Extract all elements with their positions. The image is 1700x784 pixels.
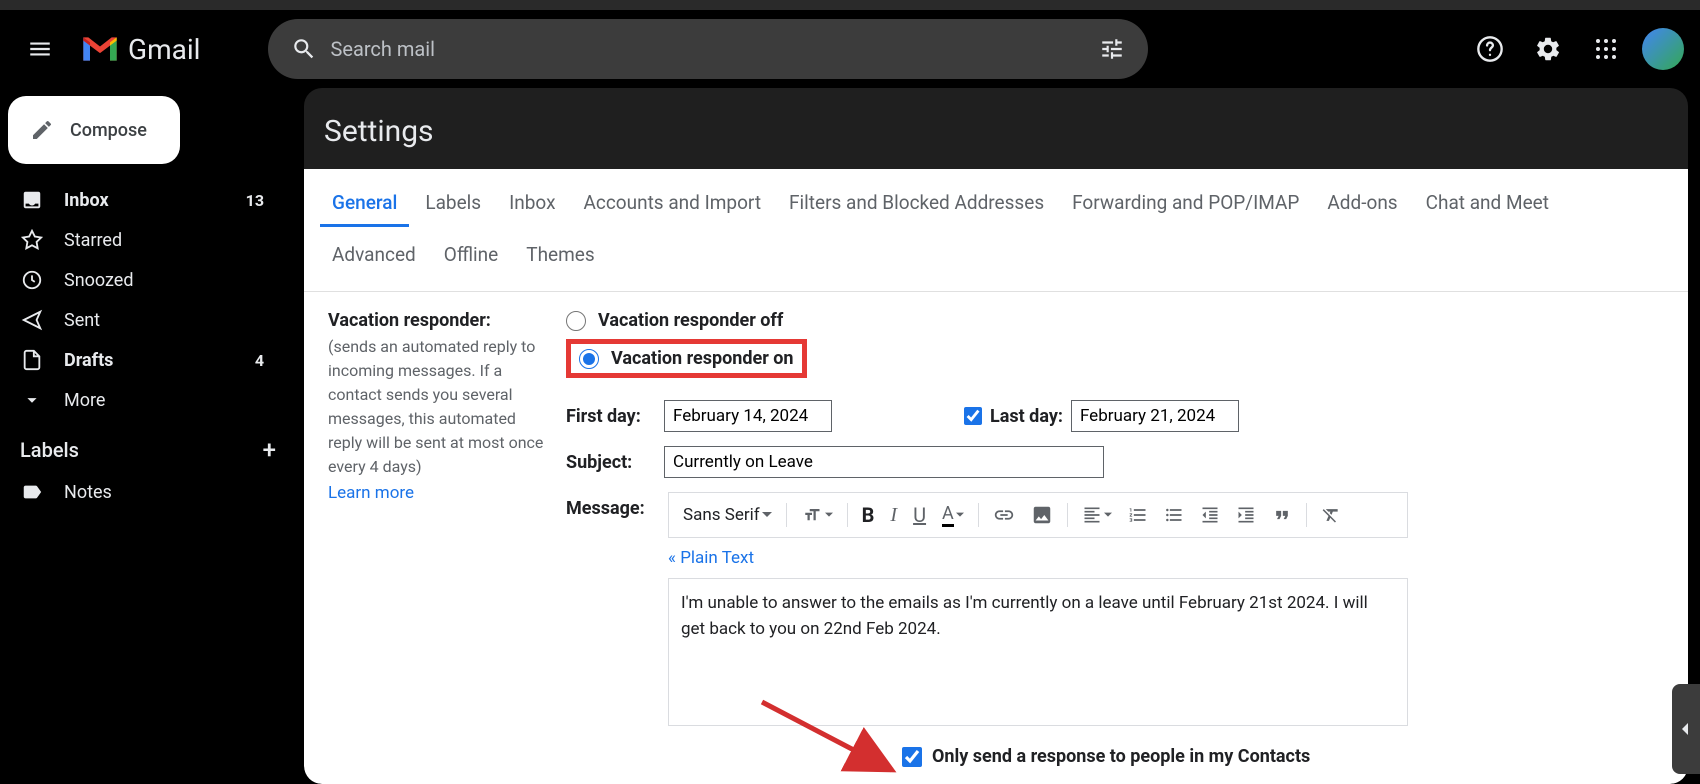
last-day-label: Last day: bbox=[990, 406, 1063, 427]
search-options-icon[interactable] bbox=[1094, 36, 1130, 62]
sidebar-item-inbox[interactable]: Inbox 13 bbox=[0, 180, 284, 220]
remove-format-icon[interactable] bbox=[1315, 501, 1347, 529]
sidebar-label-notes[interactable]: Notes bbox=[0, 472, 284, 512]
apps-icon[interactable] bbox=[1584, 27, 1628, 71]
page-title: Settings bbox=[304, 88, 1688, 169]
sidebar-item-starred[interactable]: Starred bbox=[0, 220, 284, 260]
vacation-off-radio[interactable] bbox=[566, 311, 586, 331]
tab-themes[interactable]: Themes bbox=[514, 233, 606, 279]
indent-less-icon[interactable] bbox=[1194, 501, 1226, 529]
vacation-on-row[interactable]: Vacation responder on bbox=[566, 339, 807, 378]
subject-label: Subject: bbox=[566, 452, 652, 473]
message-label: Message: bbox=[566, 492, 652, 726]
vacation-on-label: Vacation responder on bbox=[611, 348, 794, 369]
sidebar-item-sent[interactable]: Sent bbox=[0, 300, 284, 340]
text-color-icon[interactable]: A bbox=[936, 499, 970, 531]
learn-more-link[interactable]: Learn more bbox=[328, 483, 414, 503]
sidebar-item-label: Starred bbox=[64, 230, 122, 251]
tab-inbox[interactable]: Inbox bbox=[497, 181, 567, 227]
settings-panel: Settings General Labels Inbox Accounts a… bbox=[304, 88, 1688, 784]
numbered-list-icon[interactable] bbox=[1122, 501, 1154, 529]
compose-label: Compose bbox=[70, 120, 147, 141]
tab-accounts[interactable]: Accounts and Import bbox=[572, 181, 774, 227]
sidebar-item-label: More bbox=[64, 390, 105, 411]
editor-toolbar: Sans Serif B I U A bbox=[668, 492, 1408, 538]
tab-labels[interactable]: Labels bbox=[413, 181, 493, 227]
align-icon[interactable] bbox=[1076, 501, 1118, 529]
inbox-icon bbox=[20, 188, 44, 212]
sidebar-item-label: Sent bbox=[64, 310, 100, 331]
help-icon[interactable] bbox=[1468, 27, 1512, 71]
section-help: (sends an automated reply to incoming me… bbox=[328, 335, 550, 479]
subject-input[interactable] bbox=[664, 446, 1104, 478]
sidebar-item-label: Inbox bbox=[64, 190, 109, 211]
search-input[interactable] bbox=[322, 37, 1094, 61]
indent-more-icon[interactable] bbox=[1230, 501, 1262, 529]
quote-icon[interactable] bbox=[1266, 501, 1298, 529]
settings-tabs: General Labels Inbox Accounts and Import… bbox=[304, 169, 1688, 227]
vacation-on-radio[interactable] bbox=[579, 349, 599, 369]
contacts-only-label: Only send a response to people in my Con… bbox=[932, 746, 1310, 767]
sidebar-item-label: Notes bbox=[64, 482, 112, 503]
labels-section-header: Labels + bbox=[0, 420, 300, 472]
labels-title: Labels bbox=[20, 438, 79, 462]
sidebar-item-count: 4 bbox=[255, 351, 264, 370]
search-icon[interactable] bbox=[286, 36, 322, 62]
star-icon bbox=[20, 228, 44, 252]
sidebar-item-label: Snoozed bbox=[64, 270, 134, 291]
gear-icon[interactable] bbox=[1526, 27, 1570, 71]
search-bar bbox=[268, 19, 1148, 79]
section-title: Vacation responder: bbox=[328, 310, 550, 331]
plain-text-link[interactable]: « Plain Text bbox=[668, 548, 1408, 568]
account-avatar[interactable] bbox=[1642, 28, 1684, 70]
vacation-off-label: Vacation responder off bbox=[598, 310, 783, 331]
italic-icon[interactable]: I bbox=[884, 500, 903, 531]
sidebar-item-snoozed[interactable]: Snoozed bbox=[0, 260, 284, 300]
app-header: Gmail bbox=[0, 10, 1700, 88]
sidebar-item-more[interactable]: More bbox=[0, 380, 284, 420]
font-select[interactable]: Sans Serif bbox=[677, 501, 778, 529]
gmail-logo[interactable]: Gmail bbox=[80, 33, 200, 66]
file-icon bbox=[20, 348, 44, 372]
sidebar-item-drafts[interactable]: Drafts 4 bbox=[0, 340, 284, 380]
last-day-input[interactable] bbox=[1071, 400, 1239, 432]
label-icon bbox=[20, 480, 44, 504]
link-icon[interactable] bbox=[987, 500, 1021, 530]
side-panel-toggle[interactable] bbox=[1672, 684, 1700, 774]
vacation-responder-section: Vacation responder: (sends an automated … bbox=[304, 292, 1688, 784]
first-day-input[interactable] bbox=[664, 400, 832, 432]
vacation-off-row[interactable]: Vacation responder off bbox=[566, 310, 1664, 331]
underline-icon[interactable]: U bbox=[907, 499, 932, 531]
image-icon[interactable] bbox=[1025, 500, 1059, 530]
font-size-icon[interactable] bbox=[795, 502, 839, 528]
product-name: Gmail bbox=[128, 33, 200, 66]
sidebar: Compose Inbox 13 Starred Snoozed Sent Dr… bbox=[0, 88, 300, 784]
tab-general[interactable]: General bbox=[320, 181, 409, 227]
first-day-label: First day: bbox=[566, 406, 652, 427]
chevron-down-icon bbox=[20, 388, 44, 412]
tab-offline[interactable]: Offline bbox=[432, 233, 510, 279]
bullet-list-icon[interactable] bbox=[1158, 501, 1190, 529]
tab-advanced[interactable]: Advanced bbox=[320, 233, 428, 279]
clock-icon bbox=[20, 268, 44, 292]
tab-filters[interactable]: Filters and Blocked Addresses bbox=[777, 181, 1056, 227]
sidebar-item-label: Drafts bbox=[64, 350, 113, 371]
sidebar-item-count: 13 bbox=[246, 191, 264, 210]
main-menu-icon[interactable] bbox=[16, 25, 64, 73]
send-icon bbox=[20, 308, 44, 332]
tab-addons[interactable]: Add-ons bbox=[1315, 181, 1409, 227]
tab-chat[interactable]: Chat and Meet bbox=[1414, 181, 1561, 227]
tab-forwarding[interactable]: Forwarding and POP/IMAP bbox=[1060, 181, 1311, 227]
last-day-checkbox[interactable] bbox=[964, 407, 982, 425]
add-label-icon[interactable]: + bbox=[263, 436, 276, 464]
bold-icon[interactable]: B bbox=[856, 499, 881, 531]
compose-button[interactable]: Compose bbox=[8, 96, 180, 164]
